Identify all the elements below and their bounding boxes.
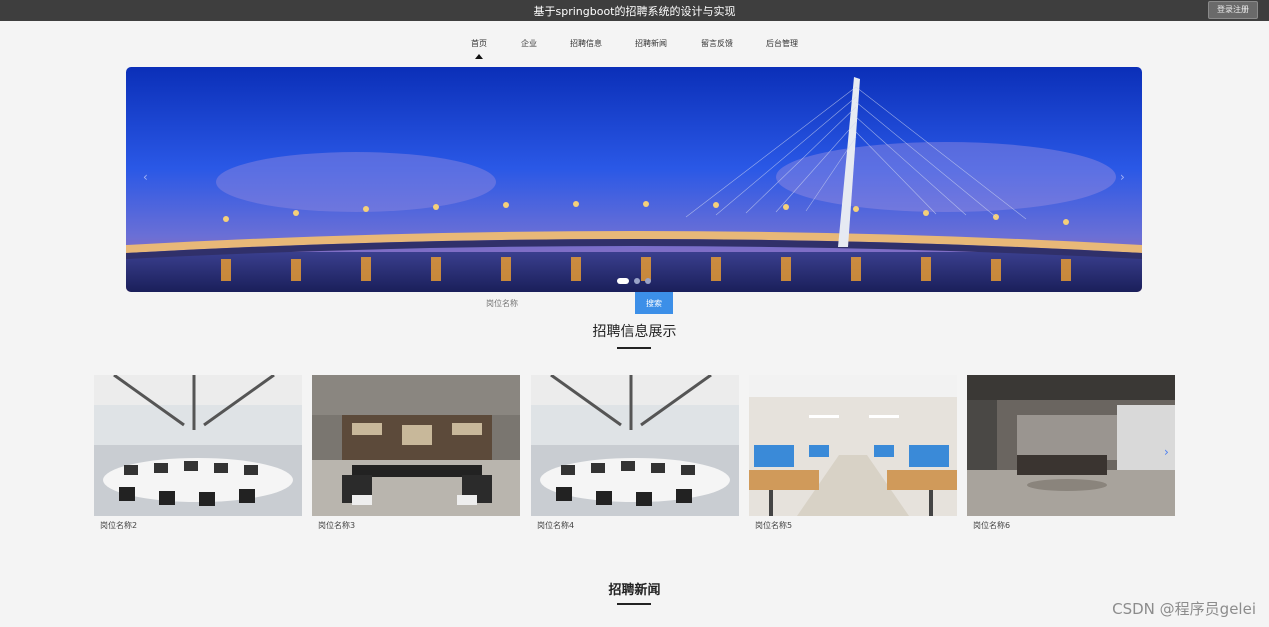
watermark: CSDN @程序员gelei <box>1112 600 1256 618</box>
banner-carousel[interactable] <box>126 67 1142 292</box>
section-divider <box>617 603 651 605</box>
job-card-label: 岗位名称4 <box>537 521 575 530</box>
job-card-label: 岗位名称6 <box>973 521 1011 530</box>
section-divider <box>617 347 651 349</box>
news-section-title: 招聘新闻 <box>608 583 661 598</box>
job-card[interactable]: 岗位名称6 <box>967 375 1175 531</box>
job-card[interactable]: 岗位名称4 <box>531 375 739 531</box>
job-card[interactable]: 岗位名称2 <box>94 375 302 531</box>
nav-item-admin[interactable]: 后台管理 <box>766 38 798 49</box>
job-card[interactable]: 岗位名称3 <box>312 375 520 531</box>
banner-image <box>126 67 1142 292</box>
job-card-image <box>967 375 1175 516</box>
nav-item-enterprise[interactable]: 企业 <box>521 38 537 49</box>
job-card-image <box>749 375 957 516</box>
top-bar: 基于springboot的招聘系统的设计与实现 登录注册 <box>0 0 1269 21</box>
nav-item-job-news[interactable]: 招聘新闻 <box>635 38 667 49</box>
job-card-label: 岗位名称2 <box>100 521 138 530</box>
nav-item-home[interactable]: 首页 <box>471 38 487 59</box>
carousel-dot[interactable] <box>634 278 640 284</box>
job-card[interactable]: 岗位名称5 <box>749 375 957 531</box>
carousel-dot[interactable] <box>617 278 629 284</box>
chevron-right-icon[interactable]: › <box>1120 170 1125 184</box>
job-card-label: 岗位名称5 <box>755 521 793 530</box>
carousel-dot[interactable] <box>645 278 651 284</box>
site-title: 基于springboot的招聘系统的设计与实现 <box>533 5 736 18</box>
main-nav: 首页 企业 招聘信息 招聘新闻 留言反馈 后台管理 <box>0 38 1269 62</box>
search-button[interactable]: 搜索 <box>635 292 673 314</box>
login-register-button[interactable]: 登录注册 <box>1208 1 1258 19</box>
chevron-right-icon[interactable]: › <box>1164 445 1169 459</box>
jobs-section-title: 招聘信息展示 <box>592 324 677 340</box>
nav-item-feedback[interactable]: 留言反馈 <box>701 38 733 49</box>
job-card-label: 岗位名称3 <box>318 521 356 530</box>
job-card-image <box>312 375 520 516</box>
job-card-image <box>94 375 302 516</box>
nav-item-job-info[interactable]: 招聘信息 <box>570 38 602 49</box>
job-card-image <box>531 375 739 516</box>
carousel-indicators <box>617 278 651 284</box>
job-search-input[interactable] <box>478 292 635 314</box>
chevron-left-icon[interactable]: ‹ <box>143 170 148 184</box>
